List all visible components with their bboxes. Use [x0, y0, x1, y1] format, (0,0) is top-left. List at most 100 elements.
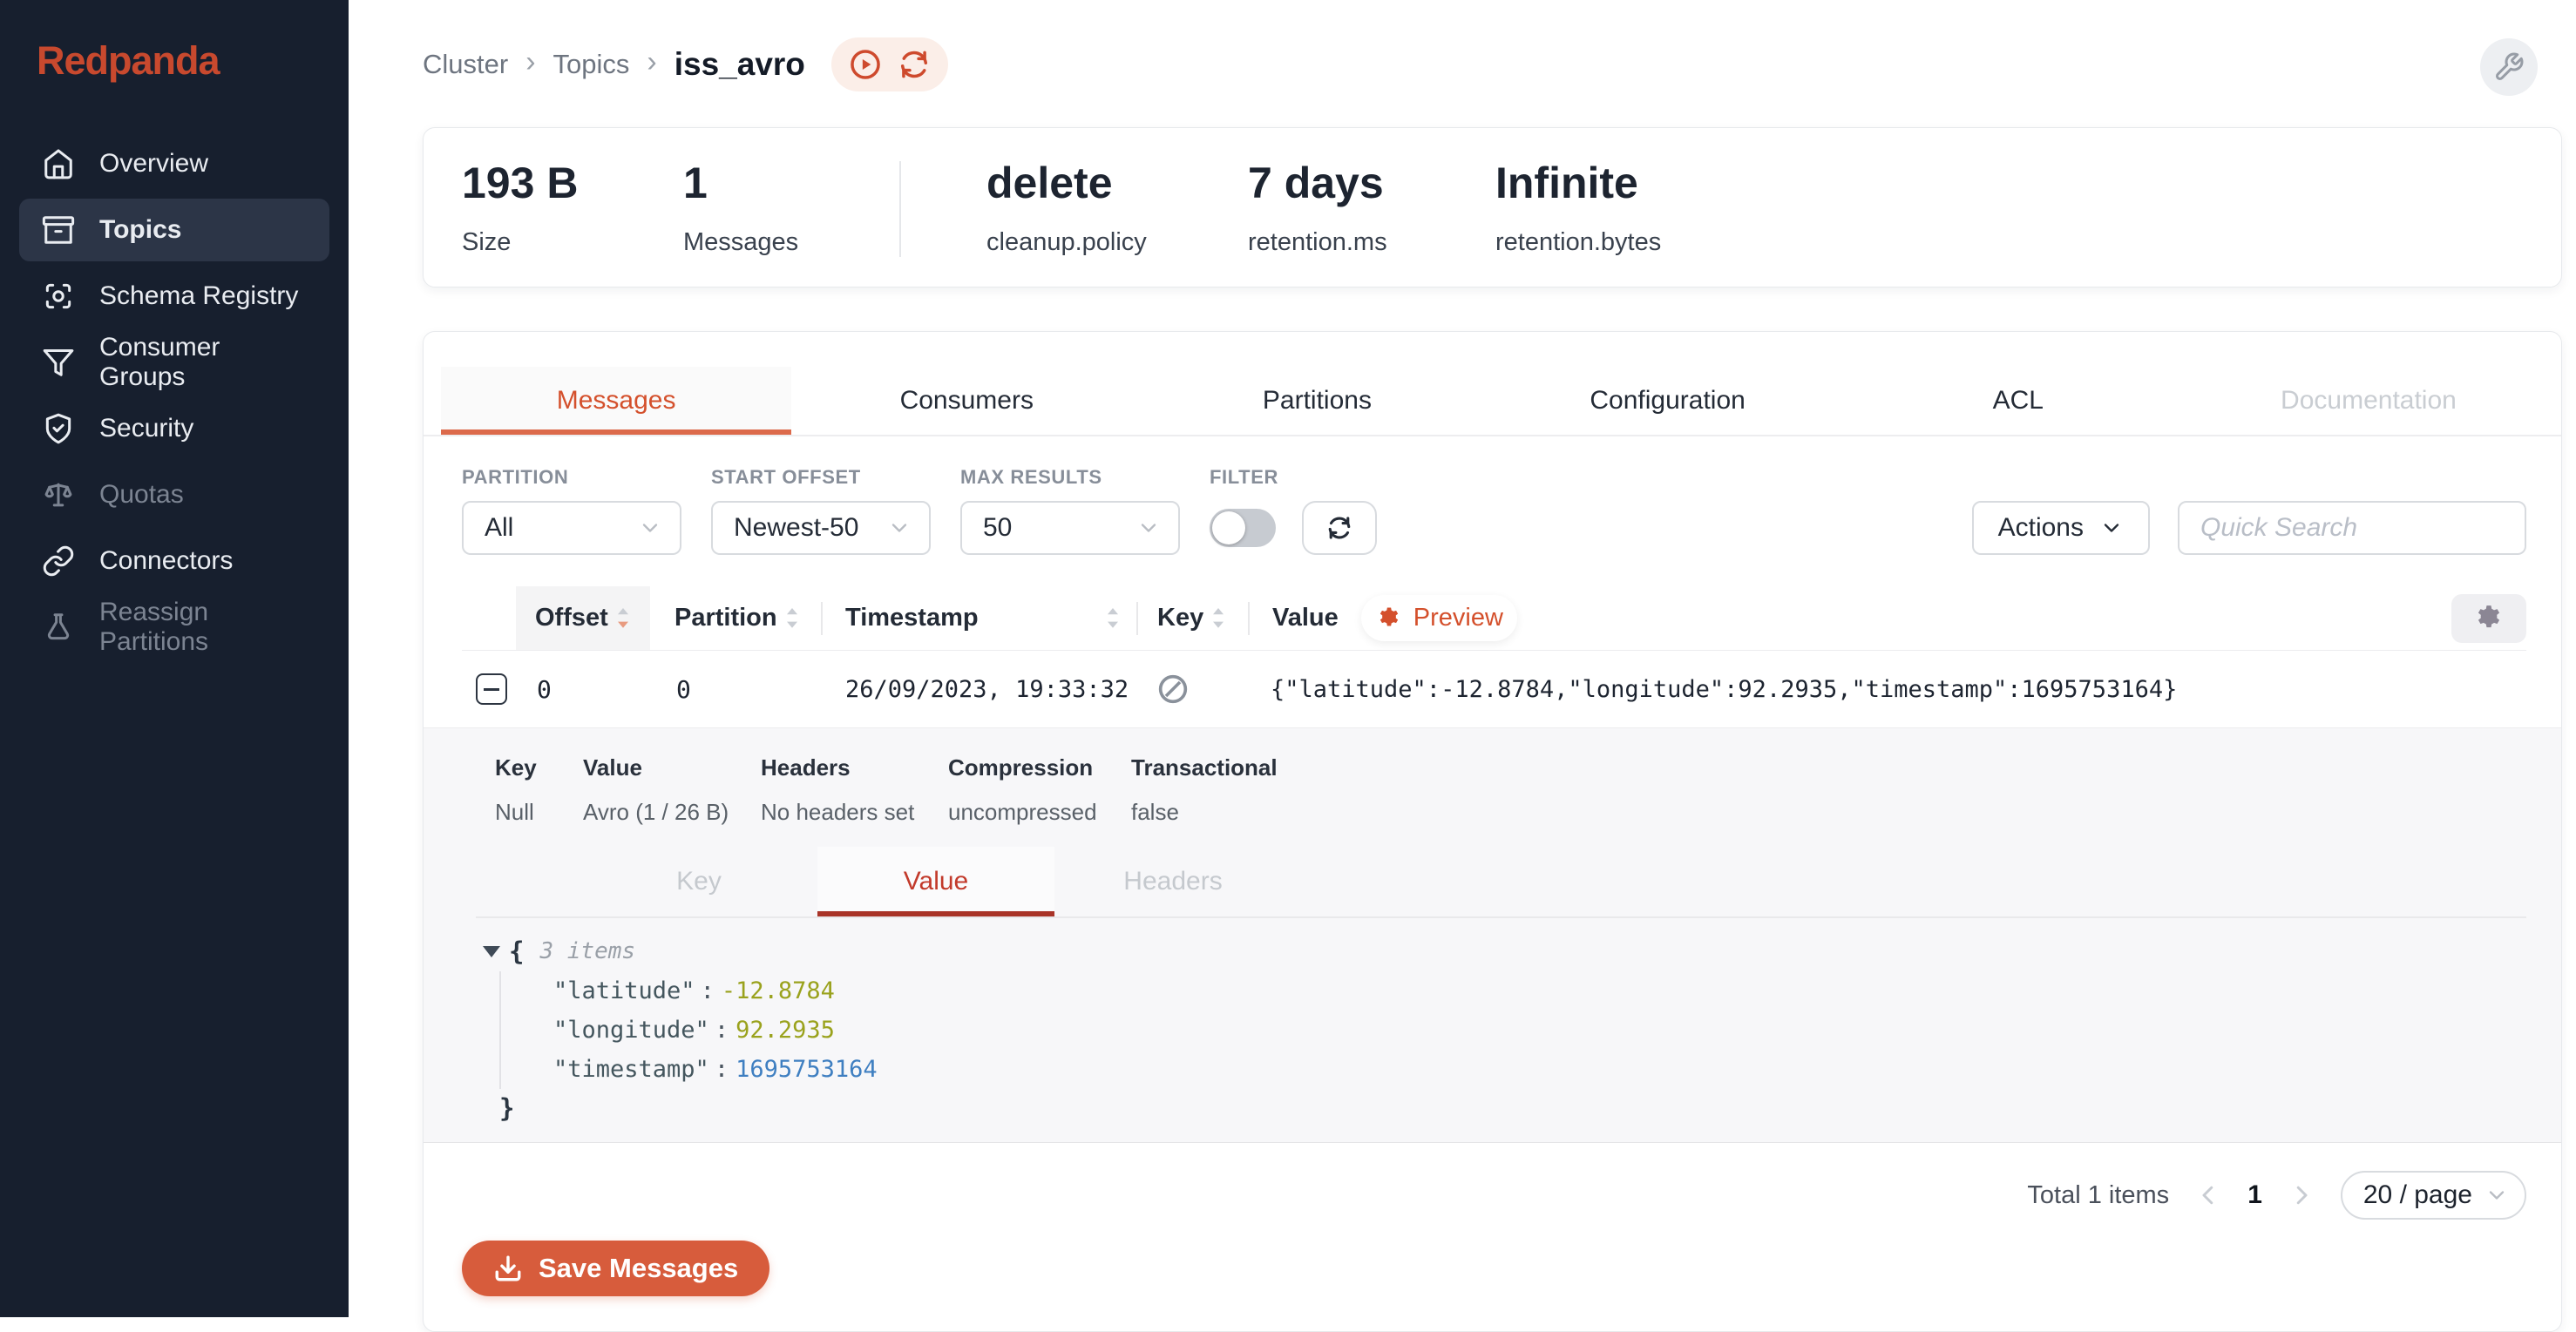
collapse-row-icon[interactable] [476, 673, 507, 705]
sidebar-item-topics[interactable]: Topics [19, 199, 329, 261]
tab-documentation[interactable]: Documentation [2193, 367, 2544, 435]
stat-label: retention.bytes [1495, 228, 1661, 257]
stat-value: Infinite [1495, 161, 1661, 205]
admin-tools-button[interactable] [2480, 38, 2538, 96]
json-entry: "timestamp":1695753164 [553, 1050, 2526, 1089]
json-open-brace: { [509, 932, 524, 971]
offset-column-header[interactable]: Offset [516, 586, 650, 650]
json-entries: "latitude":-12.8784 "longitude":92.2935 … [499, 971, 2526, 1089]
start-offset-filter-group: START OFFSET Newest-50 [711, 466, 931, 555]
wrench-icon [2493, 51, 2525, 83]
json-value: 1695753164 [736, 1056, 878, 1083]
tab-messages[interactable]: Messages [441, 367, 791, 435]
topic-quick-actions [831, 37, 948, 91]
timestamp-column-header[interactable]: Timestamp [823, 586, 1136, 650]
reload-messages-button[interactable] [1302, 501, 1377, 555]
page-size-select[interactable]: 20 / page [2341, 1171, 2526, 1220]
page-size-value: 20 / page [2363, 1180, 2472, 1210]
page-title: iss_avro [675, 46, 805, 83]
topics-icon [42, 213, 75, 247]
key-header-label: Key [1157, 604, 1203, 632]
preview-button-label: Preview [1413, 604, 1503, 632]
chevron-left-icon[interactable] [2195, 1182, 2221, 1208]
schema-registry-icon [42, 280, 75, 313]
sidebar-item-quotas[interactable]: Quotas [19, 463, 329, 526]
detail-label: Compression [948, 754, 1131, 781]
json-key: "latitude" [553, 977, 695, 1004]
toggle-knob [1212, 511, 1245, 544]
row-expand-cell [462, 673, 516, 705]
payload-tab-key[interactable]: Key [580, 847, 817, 916]
sort-icon [615, 607, 631, 630]
collapse-caret-icon[interactable] [483, 946, 500, 957]
json-colon: : [695, 977, 722, 1004]
quick-search-input[interactable] [2178, 501, 2526, 555]
save-messages-button[interactable]: Save Messages [462, 1241, 769, 1296]
filters-right: Actions [1972, 501, 2526, 555]
expand-column-header [462, 586, 516, 650]
sidebar-item-connectors[interactable]: Connectors [19, 530, 329, 592]
divider [899, 161, 901, 257]
tab-acl[interactable]: ACL [1843, 367, 2193, 435]
sidebar-item-consumer-groups[interactable]: Consumer Groups [19, 331, 329, 394]
max-results-select[interactable]: 50 [960, 501, 1180, 555]
sidebar-item-label: Security [99, 414, 193, 443]
partition-header-label: Partition [675, 604, 777, 632]
messages-table-header: Offset Partition Timestamp Key [462, 586, 2526, 651]
detail-label: Key [495, 754, 583, 781]
row-timestamp: 26/09/2023, 19:33:32 [821, 676, 1136, 703]
sidebar-item-label: Topics [99, 215, 181, 245]
tab-partitions[interactable]: Partitions [1142, 367, 1492, 435]
tab-consumers[interactable]: Consumers [791, 367, 1142, 435]
filter-toggle-label: FILTER [1210, 466, 1377, 489]
payload-tabs: Key Value Headers [476, 847, 2526, 918]
partition-column-header[interactable]: Partition [650, 586, 821, 650]
actions-dropdown-button[interactable]: Actions [1972, 501, 2150, 555]
sidebar-item-security[interactable]: Security [19, 397, 329, 460]
stat-label: Size [462, 228, 683, 257]
payload-tab-value[interactable]: Value [817, 847, 1054, 916]
chevron-right-icon[interactable] [2288, 1182, 2315, 1208]
flask-icon [42, 611, 75, 644]
table-settings-button[interactable] [2451, 594, 2526, 643]
start-offset-select[interactable]: Newest-50 [711, 501, 931, 555]
payload-tab-headers[interactable]: Headers [1054, 847, 1291, 916]
messages-table: Offset Partition Timestamp Key [462, 586, 2526, 1143]
detail-key: Key Null [495, 754, 583, 826]
sidebar-item-label: Consumer Groups [99, 333, 307, 392]
partition-select[interactable]: All [462, 501, 681, 555]
produce-message-icon[interactable] [847, 46, 884, 83]
row-key [1136, 672, 1246, 707]
json-entry: "longitude":92.2935 [553, 1011, 2526, 1050]
offset-header-label: Offset [535, 604, 608, 632]
row-value-preview: {"latitude":-12.8784,"longitude":92.2935… [1246, 676, 2526, 703]
detail-transactional: Transactional false [1131, 754, 1278, 826]
stat-retention-bytes: Infinite retention.bytes [1495, 161, 1661, 257]
json-key: "longitude" [553, 1017, 709, 1044]
detail-value: uncompressed [948, 799, 1131, 826]
sync-icon [1325, 513, 1354, 543]
row-offset: 0 [516, 675, 650, 704]
breadcrumb-topics[interactable]: Topics [553, 49, 630, 80]
message-row[interactable]: 0 0 26/09/2023, 19:33:32 {"latitude":-12… [462, 651, 2526, 727]
message-detail-summary: Key Null Value Avro (1 / 26 B) Headers N… [495, 754, 2526, 826]
pagination-current-page[interactable]: 1 [2247, 1180, 2262, 1210]
json-key: "timestamp" [553, 1056, 709, 1083]
max-results-select-value: 50 [983, 513, 1012, 543]
json-value: -12.8784 [722, 977, 835, 1004]
json-items-count: 3 items [539, 932, 635, 971]
sidebar-item-schema-registry[interactable]: Schema Registry [19, 265, 329, 328]
filter-toggle[interactable] [1210, 509, 1276, 547]
preview-button[interactable]: Preview [1361, 595, 1517, 641]
sidebar-item-label: Schema Registry [99, 281, 298, 311]
key-column-header[interactable]: Key [1138, 586, 1248, 650]
sidebar-item-overview[interactable]: Overview [19, 132, 329, 195]
row-partition: 0 [650, 675, 821, 704]
tab-configuration[interactable]: Configuration [1493, 367, 1843, 435]
value-header-label: Value [1272, 604, 1339, 632]
breadcrumb-cluster[interactable]: Cluster [423, 49, 508, 80]
sidebar-item-reassign-partitions[interactable]: Reassign Partitions [19, 596, 329, 659]
detail-value: Null [495, 799, 583, 826]
refresh-icon[interactable] [896, 46, 932, 83]
stat-label: Messages [683, 228, 899, 257]
